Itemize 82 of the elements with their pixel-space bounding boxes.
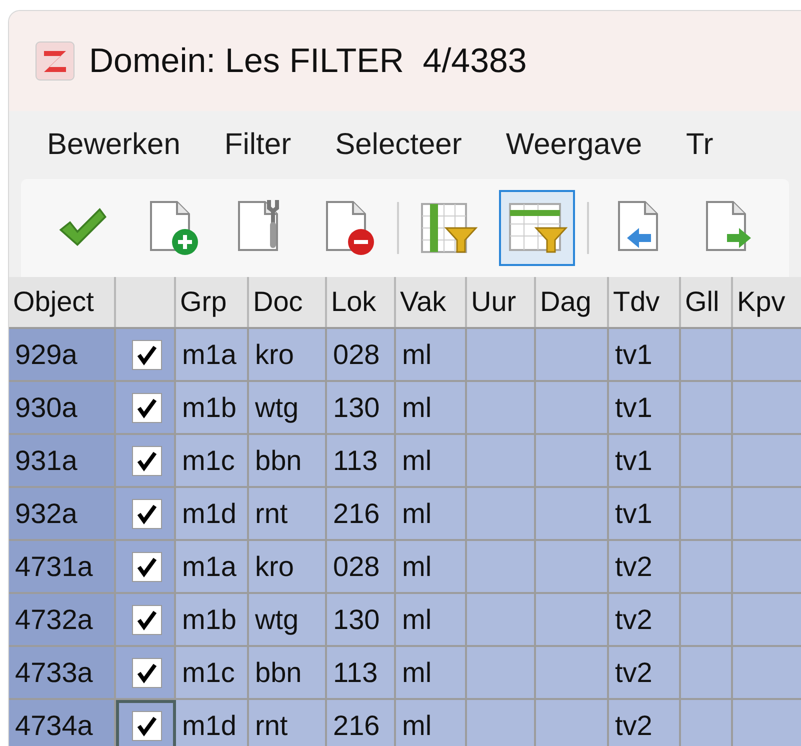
menu-item[interactable]: Weergave	[506, 122, 642, 166]
toolbar-button[interactable]	[499, 190, 575, 266]
table-cell: m1a	[176, 329, 249, 380]
table-cell: 216	[327, 488, 396, 539]
table-cell: ml	[396, 647, 467, 698]
table-cell: m1d	[176, 488, 249, 539]
table-cell: m1b	[176, 594, 249, 645]
checkbox[interactable]	[132, 446, 162, 476]
table-cell: ml	[396, 594, 467, 645]
table-cell: kro	[249, 541, 327, 592]
table-cell: 4731a	[9, 541, 116, 592]
table-cell: bbn	[249, 435, 327, 486]
checkmark-icon	[137, 608, 157, 630]
table-cell: tv1	[609, 329, 681, 380]
table-cell: 216	[327, 700, 396, 746]
checkbox[interactable]	[132, 604, 162, 634]
table-cell: 028	[327, 329, 396, 380]
table-cell: m1b	[176, 382, 249, 433]
table-cell: tv2	[609, 700, 681, 746]
column-header[interactable]: Uur	[467, 277, 536, 327]
window-title: Domein: Les FILTER 4/4383	[89, 40, 527, 82]
checkbox[interactable]	[132, 392, 162, 422]
table-cell: m1c	[176, 435, 249, 486]
checkmark-icon	[137, 556, 157, 578]
menu-item[interactable]: Bewerken	[47, 122, 180, 166]
table-cell: ml	[396, 541, 467, 592]
table-cell: tv1	[609, 382, 681, 433]
table-cell: ml	[396, 700, 467, 746]
table-cell: m1d	[176, 700, 249, 746]
column-header[interactable]: Object	[9, 277, 116, 327]
checkbox[interactable]	[132, 498, 162, 528]
table-cell: rnt	[249, 700, 327, 746]
table-cell: m1c	[176, 647, 249, 698]
table-cell: rnt	[249, 488, 327, 539]
table-cell: 932a	[9, 488, 116, 539]
table-cell: m1a	[176, 541, 249, 592]
checkmark-icon	[137, 662, 157, 684]
checkmark-icon	[137, 450, 157, 472]
menu-item[interactable]: Selecteer	[335, 122, 462, 166]
table-cell: 130	[327, 594, 396, 645]
checkbox[interactable]	[132, 340, 162, 370]
table-cell: ml	[396, 488, 467, 539]
table-cell: 929a	[9, 329, 116, 380]
checkmark-icon	[137, 396, 157, 418]
checkmark-icon	[137, 344, 157, 366]
column-header[interactable]: Vak	[396, 277, 467, 327]
table-cell: ml	[396, 329, 467, 380]
checkmark-icon	[137, 502, 157, 524]
column-header[interactable]: Kpv	[733, 277, 801, 327]
column-header[interactable]: Grp	[176, 277, 249, 327]
checkbox[interactable]	[132, 710, 162, 740]
table-cell: ml	[396, 435, 467, 486]
table-cell: bbn	[249, 647, 327, 698]
table-cell: tv2	[609, 594, 681, 645]
checkbox[interactable]	[132, 658, 162, 688]
table-cell: wtg	[249, 594, 327, 645]
table-cell: 028	[327, 541, 396, 592]
table-cell: 4733a	[9, 647, 116, 698]
checkmark-icon	[137, 714, 157, 736]
table-cell: ml	[396, 382, 467, 433]
table-cell: kro	[249, 329, 327, 380]
table-cell: 4734a	[9, 700, 116, 746]
table-cell: tv1	[609, 488, 681, 539]
table-cell: 130	[327, 382, 396, 433]
app-logo-icon	[35, 41, 75, 81]
table-cell: tv1	[609, 435, 681, 486]
column-header[interactable]: Doc	[249, 277, 327, 327]
menu-item[interactable]: Tr	[686, 122, 714, 166]
table-cell: 931a	[9, 435, 116, 486]
table-cell: 113	[327, 435, 396, 486]
column-header[interactable]: Lok	[327, 277, 396, 327]
table-cell: 4732a	[9, 594, 116, 645]
table-cell: 930a	[9, 382, 116, 433]
column-header[interactable]: Dag	[536, 277, 609, 327]
table-cell: tv2	[609, 647, 681, 698]
column-header[interactable]: Gll	[681, 277, 733, 327]
column-header[interactable]: Tdv	[609, 277, 681, 327]
table-cell: 113	[327, 647, 396, 698]
table-cell: tv2	[609, 541, 681, 592]
menu-item[interactable]: Filter	[224, 122, 292, 166]
table-cell: wtg	[249, 382, 327, 433]
checkbox[interactable]	[132, 552, 162, 582]
